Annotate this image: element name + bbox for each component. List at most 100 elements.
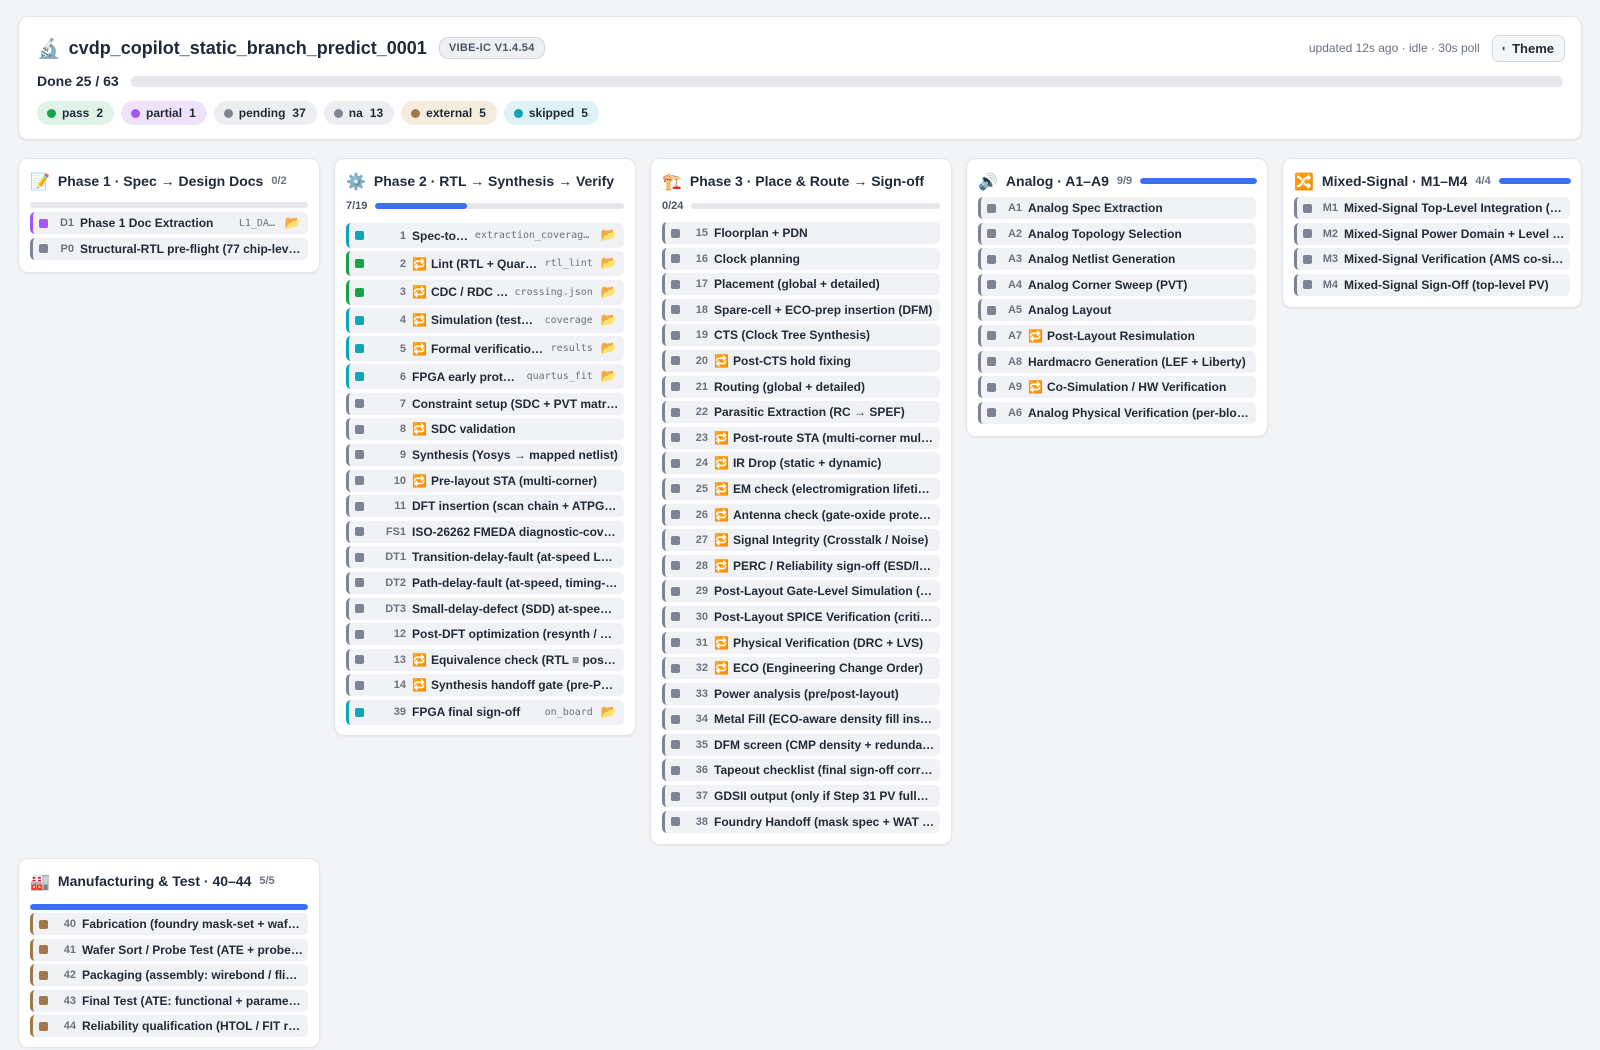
step-row[interactable]: 16 Clock planning — [662, 247, 940, 270]
step-row[interactable]: 33 Power analysis (pre/post-layout) — [662, 682, 940, 705]
status-chip-partial[interactable]: partial 1 — [121, 101, 207, 125]
step-number: 2 — [399, 257, 406, 270]
step-row[interactable]: 24 🔁 IR Drop (static + dynamic) — [662, 452, 940, 475]
step-row[interactable]: 23 🔁Post-route STA (multi-corner multi-mo… — [662, 426, 940, 449]
step-row[interactable]: 43 Final Test (ATE: functional + parametr… — [30, 989, 308, 1012]
step-row[interactable]: 4 🔁Simulation (testbench) coverage 📂 — [346, 307, 624, 333]
step-number: 6 — [399, 370, 406, 383]
step-row[interactable]: 42 Packaging (assembly: wirebond / flip-c… — [30, 964, 308, 987]
step-row[interactable]: DT3 Small-delay-defect (SDD) at-speed ATP… — [346, 597, 624, 620]
phase-progress-fill — [375, 203, 468, 209]
step-number: M2 — [1322, 227, 1338, 240]
step-row[interactable]: A2 Analog Topology Selection — [978, 222, 1256, 245]
open-folder-icon[interactable]: 📂 — [601, 705, 617, 720]
step-row[interactable]: 26 🔁 Antenna check (gate-oxide protection) — [662, 503, 940, 526]
status-chip-external[interactable]: external 5 — [401, 101, 497, 125]
step-row[interactable]: M3 Mixed-Signal Verification (AMS co-simu… — [1294, 248, 1570, 271]
step-row[interactable]: 17 Placement (global + detailed) — [662, 273, 940, 296]
phase-3-step-list: 15 Floorplan + PDN 16 Clock planning 17 Place… — [662, 222, 940, 836]
step-row[interactable]: 31 🔁 Physical Verification (DRC + LVS) — [662, 631, 940, 654]
step-row[interactable]: 15 Floorplan + PDN — [662, 222, 940, 244]
loop-icon: 🔁 — [412, 473, 427, 488]
status-dot-icon — [131, 108, 141, 118]
open-folder-icon[interactable]: 📂 — [601, 313, 617, 328]
step-row[interactable]: 9 Synthesis (Yosys → mapped netlist) — [346, 443, 624, 466]
step-number: 28 — [695, 559, 708, 572]
step-row[interactable]: M4 Mixed-Signal Sign-Off (top-level PV) — [1294, 273, 1570, 296]
status-chip-pass[interactable]: pass 2 — [37, 101, 115, 125]
step-row[interactable]: P0 Structural-RTL pre-flight (77 chip-lev… — [30, 237, 308, 260]
step-row[interactable]: 44 Reliability qualification (HTOL / FIT … — [30, 1015, 308, 1038]
loop-icon: 🔁 — [714, 353, 729, 368]
step-row[interactable]: A9 🔁 Co-Simulation / HW Verification — [978, 376, 1256, 399]
chip-count: 5 — [479, 106, 486, 120]
step-row[interactable]: A1 Analog Spec Extraction — [978, 197, 1256, 219]
step-row[interactable]: 30 Post-Layout SPICE Verification (critic… — [662, 605, 940, 628]
step-row[interactable]: DT1 Transition-delay-fault (at-speed LOC/… — [346, 546, 624, 569]
step-row[interactable]: 10 🔁 Pre-layout STA (multi-corner) — [346, 469, 624, 492]
step-number: M4 — [1322, 278, 1338, 291]
step-row[interactable]: 34 Metal Fill (ECO-aware density fill ins… — [662, 708, 940, 731]
step-row[interactable]: 3 🔁CDC / RDC checks crossing.json 📂 — [346, 279, 624, 305]
open-folder-icon[interactable]: 📂 — [601, 341, 617, 356]
step-row[interactable]: 2 🔁 Lint (RTL + Quartus) rtl_lint 📂 — [346, 251, 624, 277]
step-row[interactable]: 25 🔁 EM check (electromigration lifetime) — [662, 477, 940, 500]
step-number: 8 — [399, 423, 406, 436]
step-row[interactable]: 5 🔁Formal verification (SBY) results 📂 — [346, 336, 624, 362]
step-row[interactable]: A6 Analog Physical Verification (per-bloc… — [978, 401, 1256, 424]
step-row[interactable]: 22 Parasitic Extraction (RC → SPEF) — [662, 401, 940, 424]
step-row[interactable]: 35 DFM screen (CMP density + redundant vi… — [662, 733, 940, 756]
step-row[interactable]: 1 Spec-to-RTL extraction_coverage.json 📂 — [346, 223, 624, 248]
step-row[interactable]: 38 Foundry Handoff (mask spec + WAT data) — [662, 810, 940, 833]
open-folder-icon[interactable]: 📂 — [285, 216, 301, 231]
step-row[interactable]: A7 🔁 Post-Layout Resimulation — [978, 324, 1256, 347]
step-row[interactable]: A4 Analog Corner Sweep (PVT) — [978, 273, 1256, 296]
step-row[interactable]: A5 Analog Layout — [978, 299, 1256, 322]
shuffle-icon: 🔀 — [1294, 171, 1314, 191]
status-square-icon — [1303, 203, 1312, 213]
open-folder-icon[interactable]: 📂 — [601, 228, 617, 243]
step-row[interactable]: FS1 ISO-26262 FMEDA diagnostic-coverage — [346, 520, 624, 543]
step-row[interactable]: DT2 Path-delay-fault (at-speed, timing-cr… — [346, 571, 624, 594]
status-chip-na[interactable]: na 13 — [323, 101, 395, 125]
step-row[interactable]: 32 🔁 ECO (Engineering Change Order) — [662, 657, 940, 680]
step-row[interactable]: M2 Mixed-Signal Power Domain + Level Shif… — [1294, 222, 1570, 245]
step-row[interactable]: A8 Hardmacro Generation (LEF + Liberty) — [978, 350, 1256, 373]
step-row[interactable]: 21 Routing (global + detailed) — [662, 375, 940, 398]
step-row[interactable]: 40 Fabrication (foundry mask-set + wafer … — [30, 913, 308, 935]
theme-button[interactable]: ◖ Theme — [1491, 34, 1565, 62]
step-row[interactable]: 37 GDSII output (only if Step 31 PV fully… — [662, 785, 940, 808]
step-row[interactable]: D1 Phase 1 Doc Extraction L1_DATA 📂 — [30, 212, 308, 234]
step-row[interactable]: 19 CTS (Clock Tree Synthesis) — [662, 324, 940, 347]
step-row[interactable]: 29 Post-Layout Gate-Level Simulation (SDF… — [662, 580, 940, 603]
step-row[interactable]: 7 Constraint setup (SDC + PVT matrix) — [346, 392, 624, 415]
step-number: 33 — [695, 687, 708, 700]
step-row[interactable]: 36 Tapeout checklist (final sign-off corr… — [662, 759, 940, 782]
open-folder-icon[interactable]: 📂 — [601, 369, 617, 384]
step-row[interactable]: 20 🔁 Post-CTS hold fixing — [662, 349, 940, 372]
step-row[interactable]: 27 🔁 Signal Integrity (Crosstalk / Noise) — [662, 529, 940, 552]
step-row[interactable]: A3 Analog Netlist Generation — [978, 248, 1256, 271]
step-number: 40 — [63, 918, 76, 930]
step-row[interactable]: 14 🔁 Synthesis handoff gate (pre-PnR) — [346, 674, 624, 697]
step-row[interactable]: 41 Wafer Sort / Probe Test (ATE + probe c… — [30, 938, 308, 961]
status-dot-icon — [513, 108, 523, 118]
step-row[interactable]: 11 DFT insertion (scan chain + ATPG patte… — [346, 495, 624, 518]
status-chip-skipped[interactable]: skipped 5 — [503, 101, 599, 125]
step-number: 13 — [393, 653, 406, 666]
open-folder-icon[interactable]: 📂 — [601, 285, 617, 300]
step-row[interactable]: 6 FPGA early prototype quartus_fit 📂 — [346, 364, 624, 390]
step-label: Physical Verification (DRC + LVS) — [732, 635, 924, 650]
step-row[interactable]: M1 Mixed-Signal Top-Level Integration (AM… — [1294, 197, 1570, 219]
step-row[interactable]: 12 Post-DFT optimization (resynth / buffe… — [346, 623, 624, 646]
step-row[interactable]: 18 Spare-cell + ECO-prep insertion (DFM) — [662, 298, 940, 321]
status-chip-pending[interactable]: pending 37 — [213, 101, 317, 125]
step-label: PERC / Reliability sign-off (ESD/latch-u… — [732, 558, 935, 573]
step-row[interactable]: 28 🔁PERC / Reliability sign-off (ESD/latc… — [662, 554, 940, 577]
step-row[interactable]: 39 FPGA final sign-off on_board 📂 — [346, 699, 624, 725]
status-square-icon — [355, 259, 364, 269]
phase-progress-bar — [1498, 178, 1571, 184]
step-row[interactable]: 13 🔁Equivalence check (RTL ≡ post-DFT net… — [346, 648, 624, 671]
open-folder-icon[interactable]: 📂 — [601, 256, 617, 271]
step-row[interactable]: 8 🔁 SDC validation — [346, 418, 624, 441]
